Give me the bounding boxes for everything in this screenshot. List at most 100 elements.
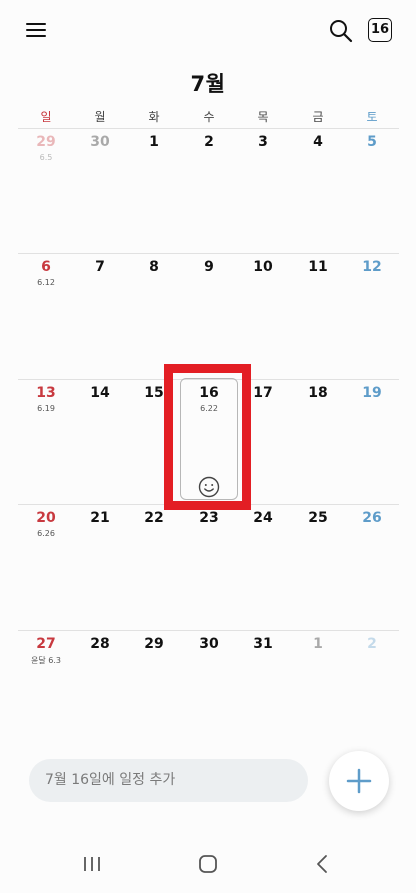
day-number: 22 — [144, 510, 164, 526]
day-cell[interactable]: 2 — [182, 129, 236, 254]
day-number: 29 — [36, 134, 56, 150]
day-cell[interactable]: 12 — [345, 254, 399, 379]
day-number: 31 — [253, 636, 273, 652]
day-number: 25 — [308, 510, 328, 526]
back-icon — [317, 855, 327, 873]
add-event-button[interactable] — [329, 751, 389, 811]
system-nav-bar — [0, 838, 416, 893]
lunar-date: 6.26 — [37, 529, 55, 538]
week-row: 29 6.5 30 1 2 3 4 5 — [18, 128, 399, 254]
day-number: 8 — [149, 259, 159, 275]
day-number: 30 — [90, 134, 110, 150]
day-cell[interactable]: 10 — [236, 254, 290, 379]
search-button[interactable] — [328, 18, 354, 44]
week-row: 20 6.26 21 22 23 24 25 26 — [18, 504, 399, 630]
day-cell[interactable]: 30 — [73, 129, 127, 254]
day-cell[interactable]: 2 — [345, 631, 399, 756]
home-button[interactable] — [188, 850, 228, 878]
day-number: 14 — [90, 385, 110, 401]
day-cell[interactable]: 30 — [182, 631, 236, 756]
day-cell[interactable]: 8 — [127, 254, 181, 379]
day-cell[interactable]: 31 — [236, 631, 290, 756]
day-number: 2 — [367, 636, 377, 652]
day-cell[interactable]: 20 6.26 — [19, 505, 73, 630]
lunar-date: 6.19 — [37, 404, 55, 413]
day-number: 1 — [149, 134, 159, 150]
week-row: 27 윤달 6.3 28 29 30 31 1 2 — [18, 630, 399, 756]
day-cell[interactable]: 24 — [236, 505, 290, 630]
day-number: 27 — [36, 636, 56, 652]
lunar-date: 윤달 6.3 — [31, 656, 61, 665]
menu-button[interactable] — [26, 20, 48, 40]
day-cell[interactable]: 3 — [236, 129, 290, 254]
day-cell[interactable]: 5 — [345, 129, 399, 254]
day-number: 2 — [204, 134, 214, 150]
weekday-label: 수 — [203, 110, 215, 124]
plus-icon — [346, 768, 372, 794]
day-cell[interactable]: 6 6.12 — [19, 254, 73, 379]
add-event-input[interactable]: 7월 16일에 일정 추가 — [29, 759, 308, 802]
day-cell[interactable]: 25 — [291, 505, 345, 630]
day-number: 6 — [41, 259, 51, 275]
day-cell[interactable]: 1 — [127, 129, 181, 254]
day-cell[interactable]: 23 — [182, 505, 236, 630]
day-number: 30 — [199, 636, 219, 652]
day-number: 19 — [362, 385, 382, 401]
today-button[interactable]: 16 — [368, 18, 392, 42]
day-number: 5 — [367, 134, 377, 150]
day-number: 4 — [313, 134, 323, 150]
day-number: 3 — [258, 134, 268, 150]
smiley-icon[interactable] — [198, 476, 220, 498]
lunar-date: 6.5 — [39, 153, 53, 162]
day-number: 28 — [90, 636, 110, 652]
search-icon — [330, 20, 353, 43]
weekday-label: 화 — [148, 110, 160, 124]
weekday-label: 월 — [94, 110, 106, 124]
day-cell[interactable]: 1 — [291, 631, 345, 756]
recent-apps-button[interactable] — [72, 850, 112, 878]
home-icon — [199, 855, 217, 873]
weekday-label: 목 — [257, 110, 269, 124]
day-cell[interactable]: 13 6.19 — [19, 380, 73, 505]
lunar-date: 6.12 — [37, 278, 55, 287]
day-cell[interactable]: 21 — [73, 505, 127, 630]
day-cell[interactable]: 26 — [345, 505, 399, 630]
day-cell[interactable]: 27 윤달 6.3 — [19, 631, 73, 756]
weekday-label: 토 — [366, 110, 378, 124]
day-cell[interactable]: 19 — [345, 380, 399, 505]
menu-icon — [26, 29, 46, 31]
day-number: 7 — [95, 259, 105, 275]
day-cell[interactable]: 28 — [73, 631, 127, 756]
day-number: 1 — [313, 636, 323, 652]
day-cell[interactable]: 29 — [127, 631, 181, 756]
recent-apps-icon — [84, 857, 100, 871]
day-cell[interactable]: 7 — [73, 254, 127, 379]
day-number: 13 — [36, 385, 56, 401]
day-cell[interactable]: 14 — [73, 380, 127, 505]
menu-icon — [26, 35, 46, 37]
week-row: 6 6.12 7 8 9 10 11 12 — [18, 253, 399, 379]
day-number: 21 — [90, 510, 110, 526]
day-number: 9 — [204, 259, 214, 275]
day-number: 23 — [199, 510, 219, 526]
day-number: 29 — [144, 636, 164, 652]
weekday-label: 일 — [40, 110, 52, 124]
day-cell[interactable]: 9 — [182, 254, 236, 379]
day-number: 11 — [308, 259, 328, 275]
weekday-header: 일월화수목금토 — [18, 108, 399, 124]
weekday-label: 금 — [312, 110, 324, 124]
day-number: 26 — [362, 510, 382, 526]
day-cell[interactable]: 22 — [127, 505, 181, 630]
back-button[interactable] — [302, 850, 342, 878]
day-cell[interactable]: 4 — [291, 129, 345, 254]
day-cell[interactable]: 29 6.5 — [19, 129, 73, 254]
day-number: 18 — [308, 385, 328, 401]
day-cell[interactable]: 18 — [291, 380, 345, 505]
day-number: 24 — [253, 510, 273, 526]
month-title[interactable]: 7월 — [0, 68, 416, 98]
top-bar: 16 — [0, 0, 416, 62]
day-number: 20 — [36, 510, 56, 526]
menu-icon — [26, 23, 46, 25]
day-number: 10 — [253, 259, 273, 275]
day-cell[interactable]: 11 — [291, 254, 345, 379]
